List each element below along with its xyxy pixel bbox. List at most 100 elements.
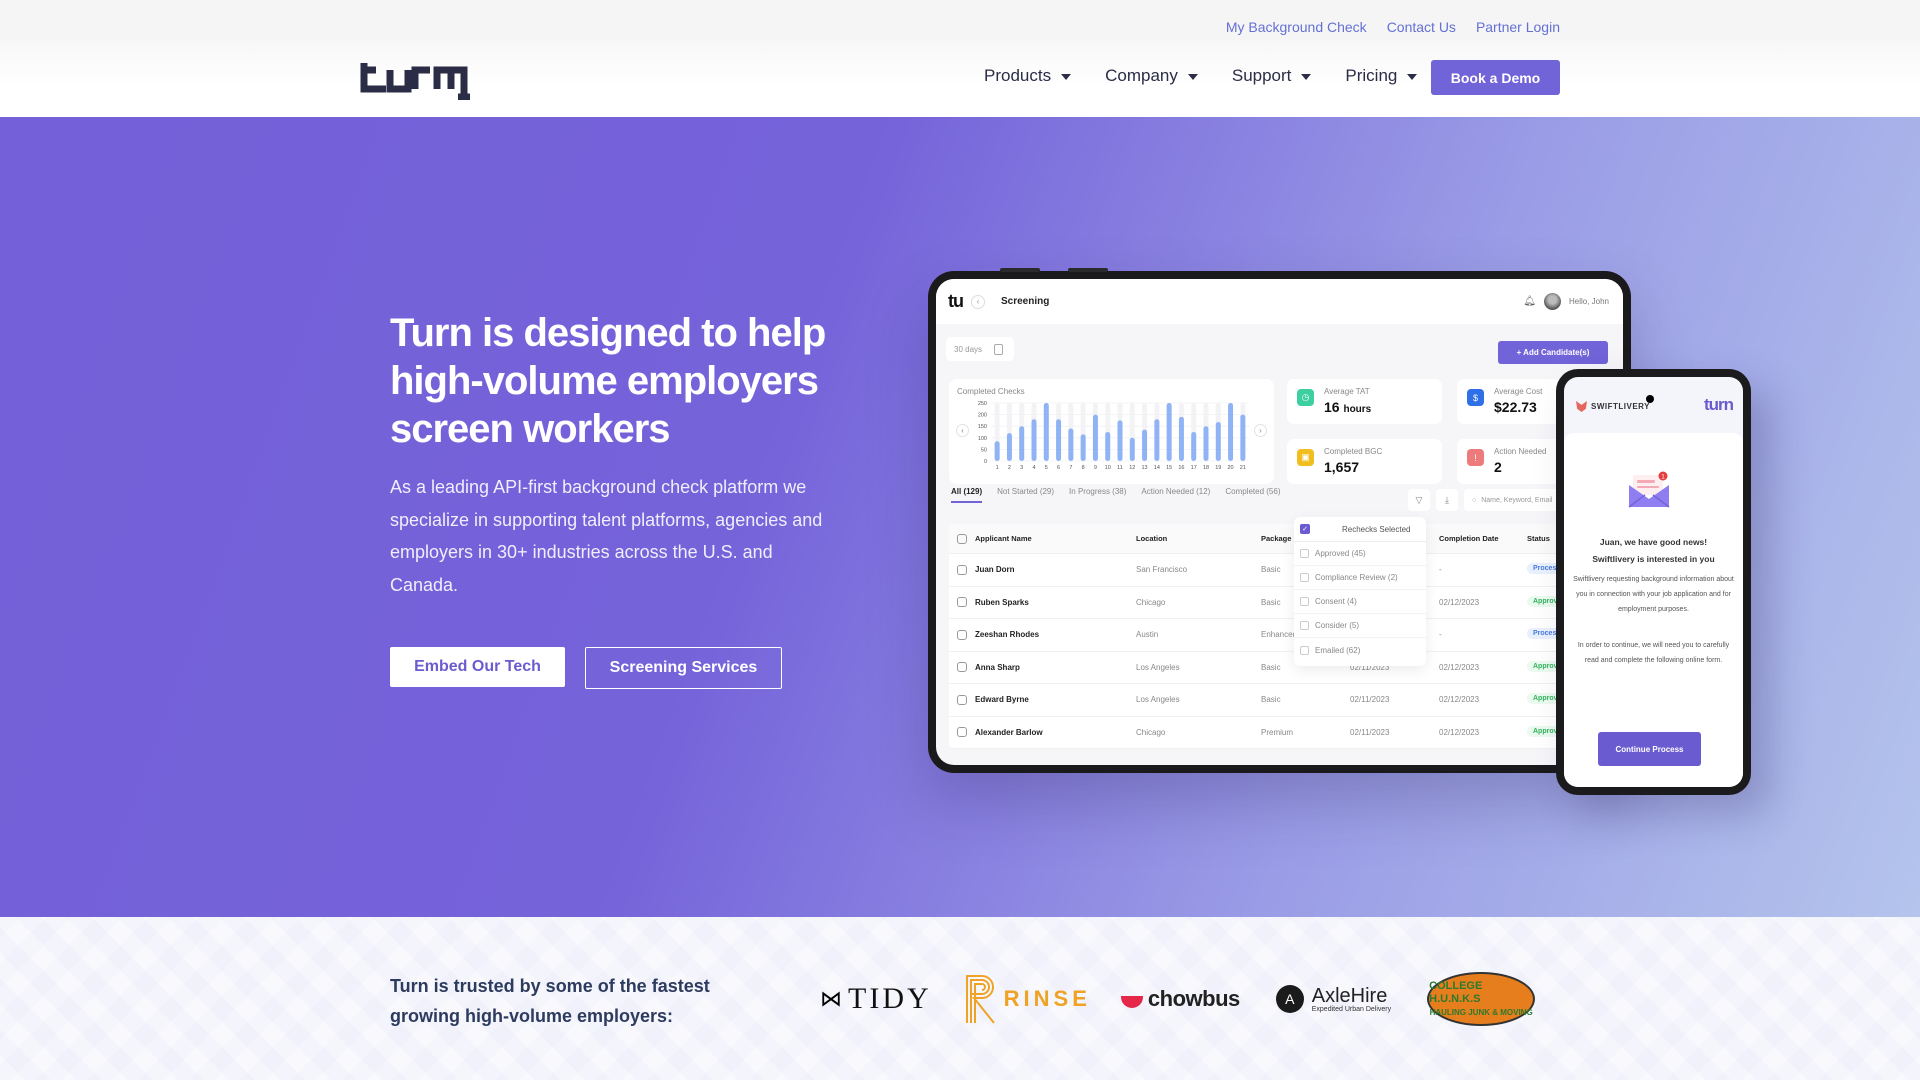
nav-support[interactable]: Support	[1232, 66, 1312, 86]
tab-all[interactable]: All (129)	[951, 487, 983, 503]
tab-completed[interactable]: Completed (56)	[1225, 487, 1280, 503]
back-chevron-icon[interactable]: ‹	[971, 294, 985, 309]
checkbox[interactable]	[1300, 645, 1309, 655]
checkbox[interactable]	[1300, 597, 1309, 606]
partner-login-link[interactable]: Partner Login	[1476, 19, 1560, 35]
bar[interactable]	[1142, 429, 1148, 461]
bar[interactable]	[1203, 426, 1209, 461]
row-checkbox[interactable]	[957, 662, 967, 673]
table-tools: ▽ ⤓ ○ Name, Keyword, Email	[1408, 489, 1574, 511]
row-checkbox[interactable]	[957, 629, 967, 640]
nav-company[interactable]: Company	[1105, 66, 1198, 86]
col-completion-date[interactable]: Completion Date	[1439, 534, 1527, 543]
x-tick-label: 10	[1105, 465, 1111, 471]
row-checkbox[interactable]	[957, 727, 967, 738]
bar[interactable]	[1228, 403, 1234, 461]
filter-option[interactable]: Emailed (62)	[1294, 638, 1426, 662]
turn-logo[interactable]	[360, 55, 495, 100]
nav-pricing-label: Pricing	[1345, 66, 1398, 85]
stat-label: Average TAT	[1324, 387, 1370, 396]
chart-next-icon[interactable]: ›	[1254, 424, 1267, 437]
bar[interactable]	[1166, 403, 1172, 461]
bar[interactable]	[1031, 419, 1037, 461]
y-tick-label: 200	[978, 413, 987, 419]
bar[interactable]	[1240, 414, 1246, 461]
col-location[interactable]: Location	[1136, 534, 1261, 543]
checkbox[interactable]	[1300, 621, 1309, 630]
bar[interactable]	[1019, 426, 1025, 461]
applicant-name: Zeeshan Rhodes	[975, 630, 1040, 640]
applicant-location: Austin	[1136, 630, 1159, 640]
bar[interactable]	[1191, 432, 1197, 461]
bar[interactable]	[994, 441, 1000, 461]
table-row[interactable]: Alexander Barlow Chicago Premium 02/11/2023…	[949, 717, 1623, 749]
checkbox-checked-icon[interactable]: ✓	[1300, 524, 1310, 534]
bar[interactable]	[1080, 434, 1086, 461]
nav-pricing[interactable]: Pricing	[1345, 66, 1418, 86]
utility-bar: My Background Check Contact Us Partner L…	[0, 0, 1920, 40]
dropdown-header[interactable]: ✓ Rechecks Selected	[1294, 517, 1426, 542]
phone-text-2: In order to continue, we will need you t…	[1577, 642, 1730, 664]
filter-option[interactable]: Consider (5)	[1294, 614, 1426, 638]
table-body: Juan Dorn San Francisco Basic - Processing Ru…	[949, 554, 1623, 749]
axlehire-name: AxleHire	[1311, 985, 1388, 1007]
book-demo-button[interactable]: Book a Demo	[1431, 60, 1560, 95]
nav-products[interactable]: Products	[984, 66, 1072, 86]
date-range-picker[interactable]: 30 days	[946, 337, 1014, 361]
filter-option[interactable]: Consent (4)	[1294, 590, 1426, 614]
add-candidates-button[interactable]: + Add Candidate(s)	[1498, 341, 1608, 364]
bar[interactable]	[1129, 437, 1135, 461]
x-tick-label: 11	[1117, 465, 1123, 471]
filter-icon[interactable]: ▽	[1408, 489, 1430, 511]
chowbus-wordmark: chowbus	[1147, 986, 1240, 1011]
logo-rinse: RINSE	[964, 973, 1091, 1025]
table-row[interactable]: Anna Sharp Los Angeles Basic 02/11/2023 02/1…	[949, 652, 1623, 684]
checkbox[interactable]	[1300, 573, 1309, 582]
x-tick-label: 21	[1240, 465, 1246, 471]
my-background-check-link[interactable]: My Background Check	[1226, 19, 1367, 35]
col-applicant-name[interactable]: Applicant Name	[975, 534, 1136, 543]
filter-option[interactable]: Compliance Review (2)	[1294, 566, 1426, 590]
bar[interactable]	[1178, 416, 1184, 461]
bar[interactable]	[1068, 428, 1074, 461]
user-area: 🔔︎ Hello, John	[1523, 293, 1609, 310]
brand-name: SWIFTLIVERY	[1591, 402, 1650, 411]
avatar[interactable]	[1543, 293, 1561, 310]
embed-our-tech-button[interactable]: Embed Our Tech	[390, 647, 565, 687]
filter-option[interactable]: Approved (45)	[1294, 542, 1426, 566]
checkbox[interactable]	[1300, 549, 1309, 558]
phone-headline-2: Swiftlivery is interested in you	[1592, 554, 1715, 564]
continue-process-button[interactable]: Continue Process	[1598, 732, 1701, 766]
download-icon[interactable]: ⤓	[1436, 489, 1458, 511]
row-checkbox[interactable]	[957, 597, 967, 608]
table-row[interactable]: Edward Byrne Los Angeles Basic 02/11/2023 02…	[949, 684, 1623, 717]
table-row[interactable]: Juan Dorn San Francisco Basic - Processing	[949, 554, 1623, 587]
chart-prev-icon[interactable]: ‹	[956, 424, 969, 437]
completion-date: 02/12/2023	[1439, 597, 1480, 607]
stat-value-number: 16	[1324, 399, 1340, 415]
bar[interactable]	[1215, 422, 1221, 461]
row-checkbox[interactable]	[957, 694, 967, 705]
table-row[interactable]: Zeeshan Rhodes Austin Enhanced - Processing	[949, 619, 1623, 652]
bar[interactable]	[1092, 414, 1098, 461]
tab-not-started[interactable]: Not Started (29)	[997, 487, 1054, 503]
bar[interactable]	[1006, 433, 1012, 461]
contact-us-link[interactable]: Contact Us	[1387, 19, 1456, 35]
tab-action-needed[interactable]: Action Needed (12)	[1141, 487, 1210, 503]
bar[interactable]	[1154, 419, 1160, 461]
bar[interactable]	[1043, 403, 1049, 461]
bell-icon[interactable]: 🔔︎	[1523, 296, 1536, 307]
select-all-checkbox[interactable]	[957, 533, 967, 544]
dashboard-screen: tu ‹ Screening 🔔︎ Hello, John 30 days + …	[936, 279, 1623, 765]
bar[interactable]	[1056, 419, 1062, 461]
bar[interactable]	[1117, 420, 1123, 461]
status-tabs: All (129) Not Started (29) In Progress (…	[951, 487, 1280, 503]
applicant-location: Chicago	[1136, 727, 1166, 737]
search-placeholder: Name, Keyword, Email	[1481, 496, 1553, 504]
table-row[interactable]: Ruben Sparks Chicago Basic 02/12/2023 Approv…	[949, 587, 1623, 619]
bar[interactable]	[1105, 432, 1111, 461]
screening-services-button[interactable]: Screening Services	[585, 647, 782, 689]
tab-in-progress[interactable]: In Progress (38)	[1069, 487, 1126, 503]
row-checkbox[interactable]	[957, 564, 967, 575]
applicant-package: Basic	[1261, 695, 1281, 705]
